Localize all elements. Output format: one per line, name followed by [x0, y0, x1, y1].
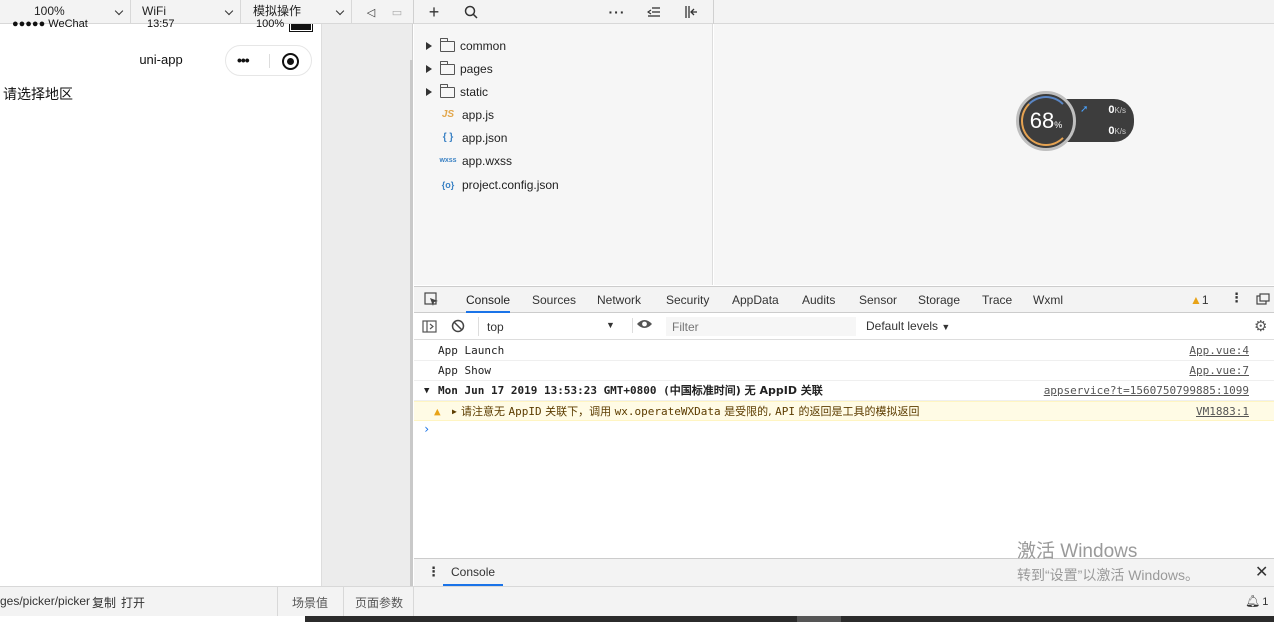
- kebab-menu-icon[interactable]: ⋮: [427, 564, 440, 580]
- expand-arrow-icon[interactable]: [426, 65, 432, 73]
- bell-icon: 🔔︎: [1245, 594, 1261, 608]
- phone-simulator: ●●●●● WeChat 13:57 100% uni-app ••• 请选择地…: [0, 18, 322, 586]
- eye-icon[interactable]: [632, 318, 653, 333]
- console-output: App Launch App.vue:4 App Show App.vue:7 …: [414, 341, 1274, 558]
- tab-console[interactable]: Console: [466, 287, 511, 313]
- scene-value-button[interactable]: 场景值: [292, 594, 328, 611]
- log-source-link[interactable]: VM1883:1: [1196, 402, 1249, 422]
- warning-counter[interactable]: ▲1: [1190, 293, 1209, 307]
- download-speed: 0K/s: [1108, 125, 1126, 137]
- upload-speed: 0K/s: [1108, 104, 1126, 116]
- devtools-tabbar: Console Sources Network Security AppData…: [414, 286, 1274, 313]
- log-group-row[interactable]: ▼ Mon Jun 17 2019 13:53:23 GMT+0800 (中国标…: [414, 381, 1274, 401]
- json-file-icon: { }: [442, 132, 454, 143]
- context-select[interactable]: top ▼: [478, 317, 620, 336]
- close-icon[interactable]: ✕: [1255, 562, 1268, 582]
- simulate-value: 模拟操作: [253, 4, 302, 18]
- inspect-icon[interactable]: [424, 292, 439, 310]
- console-filter-bar: top ▼ Default levels ▼ ⚙: [414, 313, 1274, 340]
- search-icon[interactable]: [459, 0, 483, 24]
- status-carrier: ●●●●● WeChat: [12, 18, 88, 30]
- add-icon[interactable]: +: [422, 0, 446, 24]
- config-file-icon: {o}: [441, 180, 455, 190]
- bottom-status-bar: ges/picker/picker 复制 打开 场景值 页面参数 🔔︎ 1: [0, 586, 1274, 616]
- capsule-menu[interactable]: •••: [225, 45, 312, 76]
- page-content-text[interactable]: 请选择地区: [3, 84, 73, 104]
- tab-storage[interactable]: Storage: [918, 287, 960, 313]
- battery-icon: [289, 24, 313, 32]
- chevron-down-icon: [335, 6, 345, 16]
- console-prompt[interactable]: ›: [423, 422, 430, 436]
- page-params-button[interactable]: 页面参数: [355, 594, 403, 611]
- log-row: App Show App.vue:7: [414, 361, 1274, 381]
- tab-wxml[interactable]: Wxml: [1033, 287, 1063, 313]
- window-icon[interactable]: ▭: [385, 0, 409, 24]
- tab-sensor[interactable]: Sensor: [859, 287, 897, 313]
- folder-icon: [440, 61, 455, 75]
- status-time: 13:57: [147, 18, 175, 30]
- log-source-link[interactable]: App.vue:4: [1189, 341, 1249, 361]
- windows-activation-watermark: 激活 Windows 转到“设置”以激活 Windows。: [1017, 541, 1200, 583]
- folder-icon: [440, 84, 455, 98]
- tab-trace[interactable]: Trace: [982, 287, 1012, 313]
- log-levels-select[interactable]: Default levels ▼: [866, 319, 950, 333]
- volume-icon[interactable]: ◁: [359, 0, 383, 24]
- drawer-tab-console[interactable]: Console: [443, 559, 504, 586]
- scrollbar[interactable]: [410, 60, 413, 586]
- wxss-file-icon: wxss: [439, 157, 457, 164]
- notification-counter[interactable]: 🔔︎ 1: [1245, 594, 1268, 608]
- expand-arrow-icon[interactable]: [426, 88, 432, 96]
- tab-network[interactable]: Network: [597, 287, 641, 313]
- tab-sources[interactable]: Sources: [532, 287, 576, 313]
- zoom-value: 100%: [34, 4, 65, 18]
- tab-appdata[interactable]: AppData: [732, 287, 779, 313]
- arrow-up-icon: ➚: [1080, 104, 1089, 115]
- expand-arrow-icon[interactable]: ▶: [452, 402, 457, 422]
- network-value: WiFi: [142, 4, 166, 18]
- more-icon[interactable]: ···: [605, 0, 629, 24]
- open-link[interactable]: 打开: [121, 594, 145, 611]
- simulator-gutter: [322, 24, 413, 586]
- gauge-percent: 68%: [1029, 108, 1063, 133]
- chevron-down-icon: [114, 6, 124, 16]
- js-file-icon: JS: [441, 109, 455, 120]
- status-battery: 100%: [256, 18, 285, 30]
- dropdown-arrow-icon: ▼: [606, 320, 615, 330]
- more-dots-icon[interactable]: •••: [237, 52, 250, 68]
- undock-icon[interactable]: [1256, 293, 1270, 308]
- network-speed-widget: ➚ 0K/s 0K/s: [1066, 99, 1134, 142]
- console-filter-input[interactable]: [666, 317, 856, 336]
- tab-audits[interactable]: Audits: [802, 287, 835, 313]
- panel-toggle-icon[interactable]: [679, 0, 703, 24]
- sidebar-toggle-icon[interactable]: [422, 320, 437, 336]
- warning-icon: ▲: [434, 405, 441, 418]
- close-target-icon[interactable]: [282, 53, 299, 70]
- warning-icon: ▲: [1190, 293, 1202, 307]
- log-source-link[interactable]: appservice?t=1560750799885:1099: [1044, 381, 1249, 401]
- kebab-menu-icon[interactable]: ⋮: [1230, 291, 1243, 305]
- top-toolbar: 100% WiFi 模拟操作 ◁ ▭ + ···: [0, 0, 1274, 24]
- page-path: ges/picker/picker: [0, 594, 91, 608]
- editor-preview-area: ➚ 0K/s 0K/s 68%: [714, 24, 1274, 285]
- memory-gauge[interactable]: 68%: [1016, 91, 1076, 151]
- folder-icon: [440, 38, 455, 52]
- file-tree: common pages static JS app.js { } app.js…: [414, 24, 713, 285]
- log-row: App Launch App.vue:4: [414, 341, 1274, 361]
- collapse-icon[interactable]: [642, 0, 666, 24]
- copy-link[interactable]: 复制: [92, 594, 116, 611]
- clear-console-icon[interactable]: [451, 319, 465, 336]
- expand-arrow-icon[interactable]: [426, 42, 432, 50]
- gear-icon[interactable]: ⚙: [1254, 317, 1267, 335]
- log-source-link[interactable]: App.vue:7: [1189, 361, 1249, 381]
- collapse-triangle-icon[interactable]: ▼: [424, 381, 429, 401]
- tab-security[interactable]: Security: [666, 287, 709, 313]
- chevron-down-icon: [224, 6, 234, 16]
- os-taskbar: [0, 616, 1274, 622]
- log-warning-row[interactable]: ▲ ▶ 请注意无 AppID 关联下，调用 wx.operateWXData 是…: [414, 401, 1274, 421]
